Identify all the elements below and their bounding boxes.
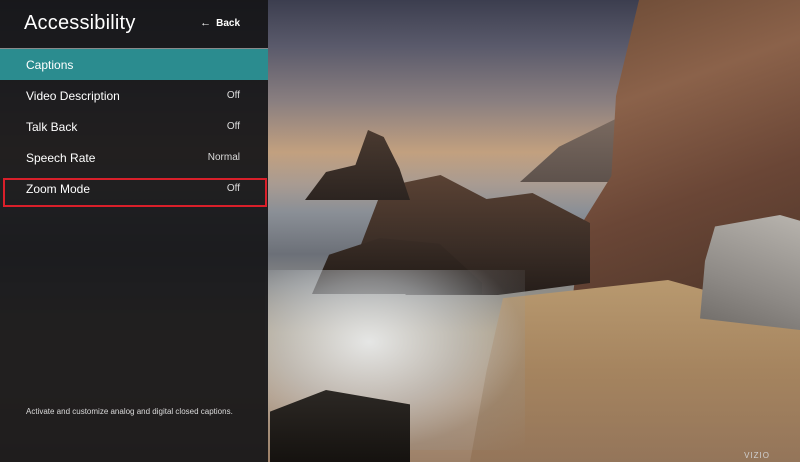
menu-item-value: Normal [207, 152, 240, 163]
menu-item-label: Talk Back [26, 119, 78, 134]
grey-rock [700, 215, 800, 330]
back-button[interactable]: ← Back [200, 17, 240, 30]
menu-item-value: Off [226, 121, 240, 132]
menu-item-label: Video Description [26, 88, 120, 103]
menu-item-captions[interactable]: Captions [0, 49, 268, 80]
menu-item-video-description[interactable]: Video Description Off [0, 80, 268, 111]
accessibility-menu: Captions Video Description Off Talk Back… [0, 49, 268, 204]
menu-item-speech-rate[interactable]: Speech Rate Normal [0, 142, 268, 173]
back-button-label: Back [216, 18, 240, 29]
tv-screen: Accessibility ← Back Captions Video Desc… [0, 0, 800, 462]
rock-spire [305, 130, 410, 200]
menu-item-label: Speech Rate [26, 150, 96, 165]
menu-item-zoom-mode[interactable]: Zoom Mode Off [0, 173, 268, 204]
panel-header: Accessibility ← Back [0, 0, 268, 49]
back-arrow-icon: ← [200, 17, 212, 29]
brand-logo: VIZIO [744, 451, 770, 460]
menu-item-value: Off [226, 183, 240, 194]
accessibility-panel: Accessibility ← Back Captions Video Desc… [0, 0, 268, 462]
menu-item-value: Off [226, 90, 240, 101]
page-title: Accessibility [24, 12, 136, 34]
menu-item-label: Captions [26, 57, 74, 72]
item-description: Activate and customize analog and digita… [26, 407, 233, 416]
menu-item-label: Zoom Mode [26, 181, 91, 196]
menu-item-talk-back[interactable]: Talk Back Off [0, 111, 268, 142]
